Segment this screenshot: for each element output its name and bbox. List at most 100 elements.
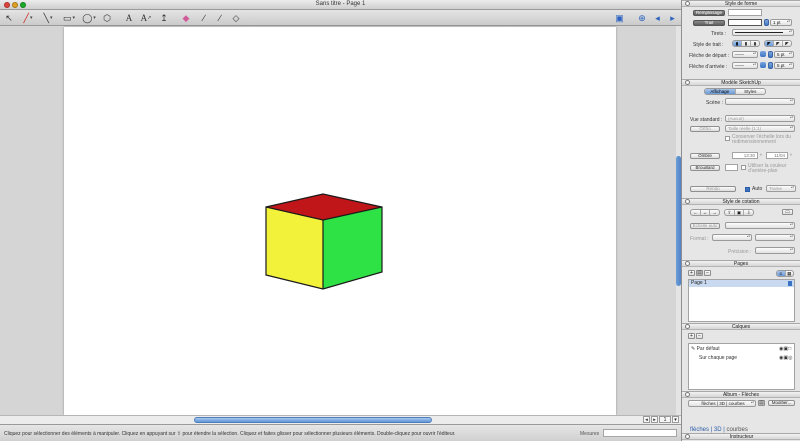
preserve-scale-checkbox[interactable] [725, 136, 730, 141]
next-page-icon[interactable]: ▸ [667, 12, 678, 24]
collapse-knob-icon[interactable] [685, 434, 690, 439]
shadows-button[interactable]: Ombre [690, 153, 720, 159]
layer-visibility-icon[interactable]: ◉▣□ [779, 346, 791, 352]
collapse-knob-icon[interactable] [685, 324, 690, 329]
circle-tool-icon[interactable]: ◯ ▾ [81, 12, 97, 24]
collapse-knob-icon[interactable] [685, 392, 690, 397]
zoom-out-button[interactable]: ◂ [643, 416, 650, 423]
ortho-button[interactable]: Ortho [690, 126, 720, 132]
tab-current-scrapbook[interactable]: flèches | 3D | [690, 427, 725, 433]
start-arrow-size-stepper[interactable] [768, 51, 773, 58]
layers-list[interactable]: ✎ Par défaut ◉▣□ Sur chaque page ◉▣◎ [688, 343, 795, 390]
end-arrow-dropdown-icon[interactable] [760, 62, 766, 68]
collapse-knob-icon[interactable] [685, 1, 690, 6]
render-button[interactable]: Rendu [690, 186, 736, 192]
stroke-color-swatch[interactable] [728, 19, 762, 26]
measurements-input[interactable] [603, 429, 677, 437]
stroke-width-select[interactable]: 1 pt [770, 19, 792, 26]
layer-item-default[interactable]: ✎ Par défaut [691, 346, 720, 352]
layer-lock-icon[interactable]: ◉▣◎ [779, 355, 792, 361]
render-mode-select[interactable]: Trame [766, 185, 796, 192]
zoom-value[interactable]: 1 [659, 416, 671, 423]
shape-style-header[interactable]: Style de forme [682, 0, 800, 7]
scrapbooks-header[interactable]: Album - Flèches [682, 391, 800, 398]
dashes-select[interactable] [732, 29, 794, 36]
layers-header[interactable]: Calques [682, 323, 800, 330]
scene-select[interactable] [725, 98, 795, 105]
tab-styles[interactable]: Styles [736, 89, 766, 94]
sketchup-model-header[interactable]: Modèle SketchUp [682, 79, 800, 86]
fog-button[interactable]: Brouillard [690, 165, 720, 171]
remove-page-button[interactable]: − [704, 270, 711, 276]
cube-model[interactable] [264, 192, 384, 292]
fill-button[interactable]: Remplissage [693, 10, 725, 16]
end-arrow-size-stepper[interactable] [768, 62, 773, 69]
tab-courbes[interactable]: courbes [726, 427, 747, 433]
zoom-dropdown-icon[interactable]: ▾ [672, 416, 679, 423]
pencil-icon[interactable]: ╱ ▾ [20, 12, 36, 24]
monitor-icon[interactable]: ▣ [614, 12, 625, 24]
sketchup-view-tabs[interactable]: Affichage Styles [704, 88, 766, 95]
add-page-icon[interactable]: ⊕ [637, 12, 647, 24]
start-arrow-select[interactable]: —— [732, 51, 758, 58]
rectangle-tool-icon[interactable]: ▭ ▾ [62, 12, 76, 24]
text-tool-icon[interactable]: A [124, 12, 134, 24]
tab-affichage[interactable]: Affichage [705, 89, 736, 94]
pages-header[interactable]: Pages [682, 260, 800, 267]
format-select[interactable] [712, 234, 752, 241]
pages-view-segment[interactable]: ≡ ▦ [776, 270, 794, 277]
scrapbook-select[interactable]: flèches | 3D | courbes [688, 400, 756, 407]
add-page-button[interactable]: + [688, 270, 695, 276]
document-page[interactable] [64, 27, 616, 415]
horizontal-scrollbar[interactable]: ◂ ▸ 1 ▾ [0, 415, 681, 424]
time-stepper-icon[interactable]: ◑ [759, 152, 762, 158]
start-arrow-dropdown-icon[interactable] [760, 51, 766, 57]
pages-list[interactable]: Page 1 [688, 279, 795, 322]
pen-tool-icon[interactable]: ∕ [215, 12, 225, 24]
label-tool-icon[interactable]: A ↗ [141, 12, 152, 24]
horizontal-scroll-thumb[interactable] [194, 417, 432, 423]
auto-scale-button[interactable]: Échelle auto [690, 223, 720, 229]
paint-bucket-icon[interactable]: ◇ [231, 12, 241, 24]
dimension-tool-icon[interactable]: ↥ [159, 12, 169, 24]
background-color-checkbox[interactable] [741, 165, 746, 170]
previous-page-icon[interactable]: ◂ [652, 12, 663, 24]
page-list-item[interactable]: Page 1 [689, 280, 794, 287]
add-layer-button[interactable]: + [688, 333, 695, 339]
shadow-date-field[interactable]: 11/04 [766, 152, 788, 159]
dimension-scale-select[interactable] [725, 222, 795, 229]
dimension-style-header[interactable]: Style de cotation [682, 198, 800, 205]
line-tool-icon[interactable]: ╲ ▾ [40, 12, 56, 24]
modify-scrapbook-button[interactable]: Modifier... [768, 400, 795, 406]
auto-render-checkbox[interactable] [745, 187, 750, 192]
duplicate-page-button[interactable]: ▤ [696, 270, 703, 276]
start-arrow-size-select[interactable]: 5 pt [774, 51, 794, 58]
stroke-join-segment[interactable]: ◤ ◤ ◤ [764, 40, 792, 47]
cube-right-face[interactable] [323, 207, 382, 289]
dimension-alignment-segment[interactable]: ← ↔ → [690, 209, 720, 216]
shadow-time-field[interactable]: 13:30 [732, 152, 758, 159]
dimension-leader-icon[interactable]: ▭ [782, 209, 793, 215]
layer-item-every-page[interactable]: Sur chaque page [699, 355, 737, 361]
remove-layer-button[interactable]: − [696, 333, 703, 339]
collapse-knob-icon[interactable] [685, 199, 690, 204]
standard-view-select[interactable]: (Aucun) [725, 115, 795, 122]
polygon-tool-icon[interactable]: ⬡ [102, 12, 112, 24]
canvas-area[interactable] [0, 26, 681, 415]
precision-select[interactable] [755, 247, 795, 254]
stroke-button[interactable]: Trait [693, 20, 725, 26]
scale-select[interactable]: Taille réelle (1:1) [725, 125, 795, 132]
zoom-in-button[interactable]: ▸ [651, 416, 658, 423]
scrapbook-prev-icon[interactable]: ▤ [758, 400, 765, 406]
collapse-knob-icon[interactable] [685, 261, 690, 266]
eraser-icon[interactable]: ◆ [181, 12, 191, 24]
collapse-knob-icon[interactable] [685, 80, 690, 85]
stroke-cap-segment[interactable]: ▮ ▮ ▮ [732, 40, 760, 47]
scrapbook-tabs[interactable]: flèches | 3D | courbes [690, 427, 748, 433]
dimension-text-segment[interactable]: ⇧ ▣ ⇩ [724, 209, 754, 216]
fill-color-swatch[interactable] [728, 9, 762, 16]
eyedropper-icon[interactable]: ∕ [199, 12, 209, 24]
select-arrow-icon[interactable]: ↖ [4, 12, 14, 24]
unit-select[interactable] [755, 234, 795, 241]
date-stepper-icon[interactable]: ◑ [789, 152, 792, 158]
